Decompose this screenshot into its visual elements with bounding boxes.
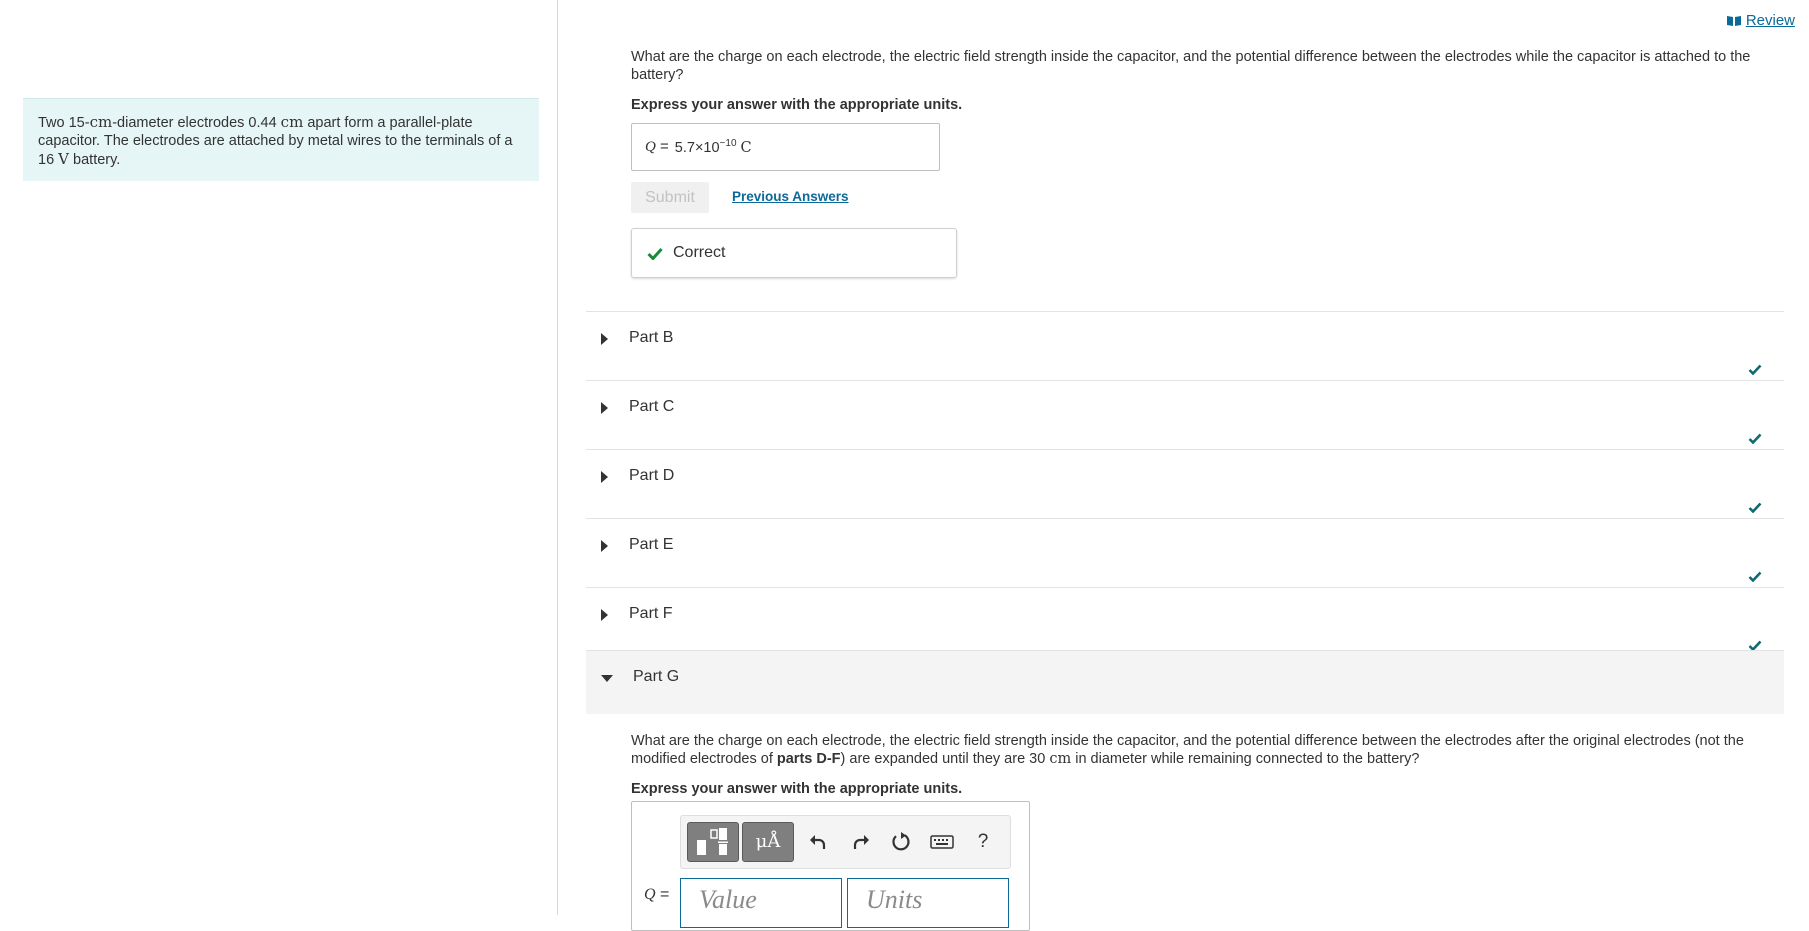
caret-right-icon	[601, 402, 608, 414]
book-icon	[1726, 15, 1741, 26]
redo-button[interactable]	[846, 827, 876, 857]
part-f-row[interactable]: Part F	[586, 587, 1784, 656]
part-g-instruction: Express your answer with the appropriate…	[631, 781, 963, 797]
left-panel: Two 15-cm-diameter electrodes 0.44 cm ap…	[0, 0, 558, 915]
part-e-row[interactable]: Part E	[586, 518, 1784, 587]
previous-answers-link[interactable]: Previous Answers	[732, 189, 849, 204]
keyboard-button[interactable]	[927, 827, 957, 857]
reset-button[interactable]	[886, 827, 916, 857]
part-a-instruction: Express your answer with the appropriate…	[631, 97, 963, 113]
checkmark-icon	[1748, 502, 1762, 513]
part-b-title: Part B	[629, 329, 674, 346]
caret-right-icon	[601, 333, 608, 345]
undo-button[interactable]	[803, 827, 833, 857]
value-input[interactable]: Value	[680, 878, 842, 928]
help-label: ?	[977, 831, 989, 852]
caret-down-icon	[601, 675, 613, 682]
answer-label: Q =	[645, 138, 669, 155]
answer-label: Q =	[644, 886, 670, 903]
part-g-title: Part G	[633, 668, 680, 685]
part-b-row[interactable]: Part B	[586, 311, 1784, 380]
caret-right-icon	[601, 471, 608, 483]
templates-icon	[697, 828, 728, 855]
part-e-title: Part E	[629, 536, 674, 553]
part-a-question: What are the charge on each electrode, t…	[631, 49, 1751, 83]
review-label: Review	[1745, 12, 1795, 29]
part-a-answer-display: Q = 5.7×10−10 C	[631, 123, 940, 171]
units-input[interactable]: Units	[847, 878, 1009, 928]
submit-button[interactable]: Submit	[631, 182, 709, 213]
caret-right-icon	[601, 540, 608, 552]
units-button[interactable]: μÅ	[742, 822, 794, 862]
answer-value: 5.7×10−10 C	[674, 138, 752, 156]
checkmark-icon	[1748, 571, 1762, 582]
templates-button[interactable]	[687, 822, 739, 862]
keyboard-icon	[930, 835, 954, 849]
checkmark-icon	[1748, 433, 1762, 444]
part-c-row[interactable]: Part C	[586, 380, 1784, 449]
help-button[interactable]: ?	[968, 827, 998, 857]
math-toolbar: μÅ ?	[680, 815, 1011, 869]
checkmark-icon	[1748, 364, 1762, 375]
part-g-header[interactable]: Part G	[586, 650, 1784, 714]
review-link[interactable]: Review	[1726, 12, 1795, 29]
problem-statement: Two 15-cm-diameter electrodes 0.44 cm ap…	[23, 98, 539, 181]
reset-icon	[892, 832, 910, 851]
redo-icon	[853, 835, 869, 849]
answer-editor: μÅ ? Q = Value Units	[631, 801, 1030, 931]
units-label: μÅ	[755, 831, 781, 852]
caret-right-icon	[601, 609, 608, 621]
feedback-label: Correct	[673, 244, 726, 261]
checkmark-icon	[647, 247, 663, 260]
undo-icon	[810, 835, 826, 849]
part-d-title: Part D	[629, 467, 675, 484]
part-g-question: What are the charge on each electrode, t…	[631, 733, 1744, 767]
feedback-correct: Correct	[631, 228, 957, 278]
part-d-row[interactable]: Part D	[586, 449, 1784, 518]
part-c-title: Part C	[629, 398, 675, 415]
part-f-title: Part F	[629, 605, 673, 622]
